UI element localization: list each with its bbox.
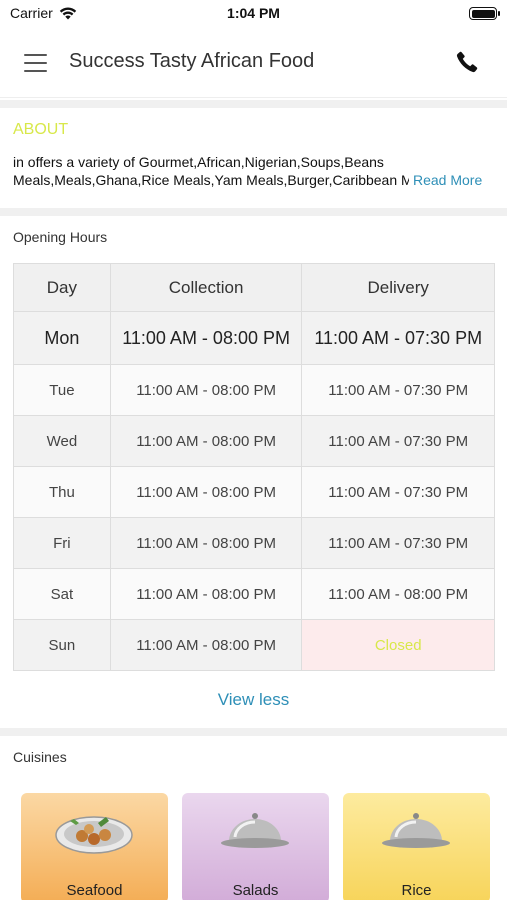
day-cell: Wed — [13, 415, 111, 467]
cuisine-label: Salads — [232, 882, 279, 899]
table-row: Fri 11:00 AM - 08:00 PM 11:00 AM - 07:30… — [13, 517, 495, 569]
collection-hours-cell: 11:00 AM - 08:00 PM — [109, 466, 303, 518]
column-header-collection: Collection — [109, 263, 303, 312]
day-cell: Thu — [13, 466, 111, 518]
column-header-delivery: Delivery — [301, 263, 495, 312]
cuisine-label: Seafood — [66, 882, 123, 899]
column-header-day: Day — [13, 263, 111, 312]
section-divider — [0, 208, 507, 216]
seafood-dish-icon — [55, 816, 133, 854]
section-divider — [0, 728, 507, 736]
delivery-hours-cell: 11:00 AM - 07:30 PM — [301, 517, 495, 569]
delivery-hours-cell: 11:00 AM - 07:30 PM — [301, 364, 495, 416]
table-row: Tue 11:00 AM - 08:00 PM 11:00 AM - 07:30… — [13, 364, 495, 416]
delivery-hours-cell: 11:00 AM - 07:30 PM — [301, 466, 495, 518]
top-nav-bar: Success Tasty African Food — [0, 28, 507, 98]
cloche-icon — [221, 813, 289, 848]
day-cell: Sun — [13, 619, 111, 671]
day-cell: Fri — [13, 517, 111, 569]
delivery-hours-cell: 11:00 AM - 07:30 PM — [301, 415, 495, 467]
collection-hours-cell: 11:00 AM - 08:00 PM — [109, 568, 303, 620]
collection-hours-cell: 11:00 AM - 08:00 PM — [109, 311, 303, 365]
collection-hours-cell: 11:00 AM - 08:00 PM — [109, 619, 303, 671]
battery-icon — [469, 7, 500, 20]
phone-icon[interactable] — [455, 50, 479, 74]
table-row: Sun 11:00 AM - 08:00 PM Closed — [13, 619, 495, 671]
view-less-button[interactable]: View less — [0, 690, 507, 710]
table-row: Wed 11:00 AM - 08:00 PM 11:00 AM - 07:30… — [13, 415, 495, 467]
cuisines-label: Cuisines — [13, 749, 67, 765]
day-cell: Sat — [13, 568, 111, 620]
cuisine-card-salads[interactable]: Salads — [182, 793, 329, 900]
day-cell: Mon — [13, 311, 111, 365]
about-description: in offers a variety of Gourmet,African,N… — [13, 153, 496, 189]
section-divider — [0, 100, 507, 108]
cuisine-label: Rice — [401, 882, 432, 899]
hamburger-menu-icon[interactable] — [24, 54, 47, 72]
about-section: ABOUT in offers a variety of Gourmet,Afr… — [0, 108, 507, 208]
cuisine-card-rice[interactable]: Rice — [343, 793, 490, 900]
collection-hours-cell: 11:00 AM - 08:00 PM — [109, 415, 303, 467]
day-cell: Tue — [13, 364, 111, 416]
table-row: Mon 11:00 AM - 08:00 PM 11:00 AM - 07:30… — [13, 311, 495, 365]
about-line-1: in offers a variety of Gourmet,African,N… — [13, 154, 384, 170]
delivery-hours-cell: 11:00 AM - 07:30 PM — [301, 311, 495, 365]
cloche-icon — [382, 813, 450, 848]
table-row: Sat 11:00 AM - 08:00 PM 11:00 AM - 08:00… — [13, 568, 495, 620]
table-header-row: Day Collection Delivery — [13, 263, 495, 312]
about-line-2: Meals,Meals,Ghana,Rice Meals,Yam Meals,B… — [13, 172, 409, 188]
collection-hours-cell: 11:00 AM - 08:00 PM — [109, 517, 303, 569]
delivery-closed-cell: Closed — [301, 619, 495, 671]
cuisine-card-seafood[interactable]: Seafood — [21, 793, 168, 900]
collection-hours-cell: 11:00 AM - 08:00 PM — [109, 364, 303, 416]
status-bar: Carrier 1:04 PM — [0, 0, 507, 28]
read-more-link[interactable]: Read More — [413, 171, 482, 189]
about-heading: ABOUT — [13, 121, 69, 138]
status-time: 1:04 PM — [227, 5, 280, 21]
delivery-hours-cell: 11:00 AM - 08:00 PM — [301, 568, 495, 620]
table-row: Thu 11:00 AM - 08:00 PM 11:00 AM - 07:30… — [13, 466, 495, 518]
page-title: Success Tasty African Food — [69, 50, 315, 72]
opening-hours-table: Day Collection Delivery Mon 11:00 AM - 0… — [13, 263, 495, 671]
opening-hours-label: Opening Hours — [13, 229, 108, 245]
